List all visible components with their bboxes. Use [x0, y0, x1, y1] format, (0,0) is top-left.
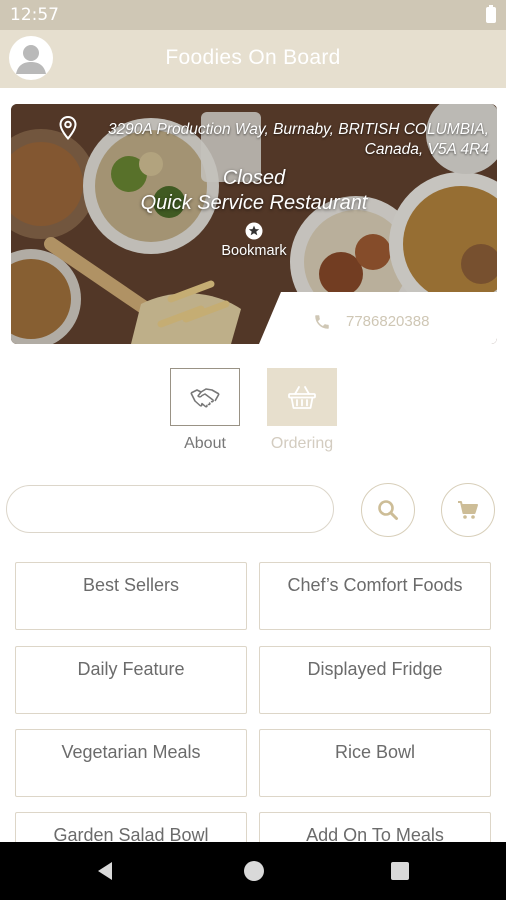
tab-about[interactable]: About — [169, 368, 241, 453]
tab-ordering[interactable]: Ordering — [266, 368, 338, 453]
address-line-1: 3290A Production Way, Burnaby, BRITISH C… — [107, 121, 489, 138]
restaurant-banner: 3290A Production Way, Burnaby, BRITISH C… — [11, 104, 497, 344]
app-bar: Foodies On Board — [0, 30, 506, 88]
battery-icon — [486, 5, 496, 23]
open-status: Closed — [222, 167, 286, 189]
category-best-sellers[interactable]: Best Sellers — [15, 562, 247, 630]
status-time: 12:57 — [10, 5, 59, 25]
home-icon[interactable] — [244, 861, 264, 881]
basket-icon — [288, 386, 316, 409]
status-bar: 12:57 — [0, 0, 506, 30]
restaurant-address: 3290A Production Way, Burnaby, BRITISH C… — [49, 120, 489, 160]
system-nav-bar — [0, 842, 506, 900]
phone-number: 7786820388 — [346, 313, 430, 330]
search-input[interactable] — [6, 485, 334, 533]
cart-icon — [458, 501, 478, 519]
recent-apps-icon[interactable] — [391, 862, 409, 880]
restaurant-type: Quick Service Restaurant — [140, 192, 368, 214]
app-screen: 12:57 Foodies On Board 3290A Production … — [0, 0, 506, 900]
category-displayed-fridge[interactable]: Displayed Fridge — [259, 646, 491, 714]
category-daily-feature[interactable]: Daily Feature — [15, 646, 247, 714]
about-tab-label: About — [184, 435, 226, 452]
handshake-icon — [190, 388, 220, 408]
ordering-tab-label: Ordering — [270, 435, 334, 452]
address-line-2: Canada, V5A 4R4 — [364, 141, 489, 158]
category-rice-bowl[interactable]: Rice Bowl — [259, 729, 491, 797]
star-circle-icon — [245, 222, 263, 240]
app-title: Foodies On Board — [165, 46, 341, 69]
back-icon[interactable] — [96, 861, 114, 881]
cart-button[interactable] — [441, 483, 495, 537]
bookmark-label: Bookmark — [221, 243, 287, 259]
about-tab-box[interactable] — [170, 368, 240, 426]
search-button[interactable] — [361, 483, 415, 537]
bookmark-button[interactable]: Bookmark — [204, 222, 304, 259]
search-icon — [378, 500, 398, 520]
phone-icon — [315, 315, 329, 329]
category-vegetarian-meals[interactable]: Vegetarian Meals — [15, 729, 247, 797]
ordering-tab-box[interactable] — [267, 368, 337, 426]
category-chefs-comfort-foods[interactable]: Chef’s Comfort Foods — [259, 562, 491, 630]
restaurant-status: Closed Quick Service Restaurant — [11, 166, 497, 216]
